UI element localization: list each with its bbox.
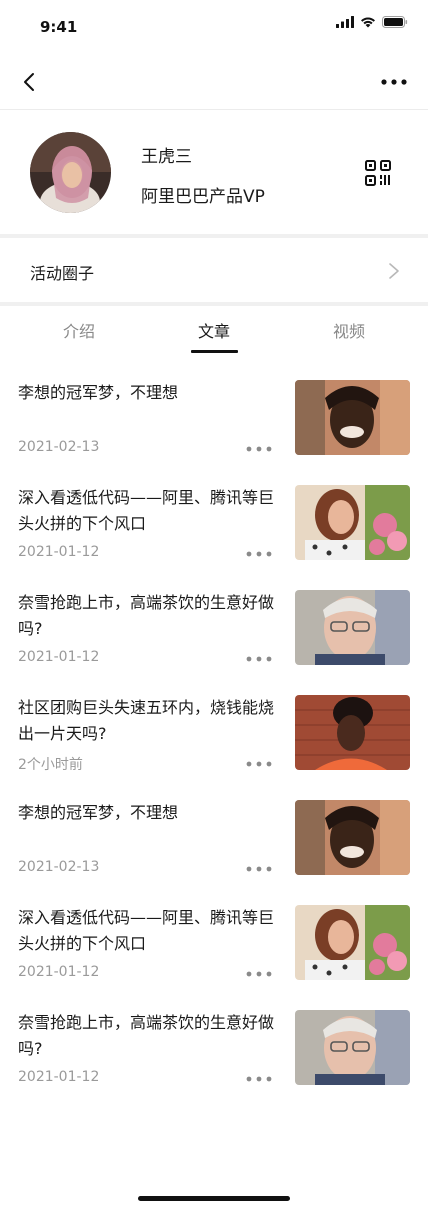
more-icon[interactable] [380, 72, 408, 92]
nav-bar [0, 54, 428, 110]
status-bar: 9:41 [0, 0, 428, 54]
article-thumbnail [295, 695, 410, 770]
avatar[interactable] [30, 132, 111, 213]
article-thumbnail [295, 380, 410, 455]
list-item[interactable]: 奈雪抢跑上市，高端茶饮的生意好做吗? 2021-01-12 [0, 590, 428, 666]
status-time: 9:41 [40, 18, 78, 36]
article-thumbnail [295, 800, 410, 875]
profile-name: 王虎三 [141, 147, 192, 167]
activity-circle-row[interactable]: 活动圈子 [0, 238, 428, 302]
article-title: 李想的冠军梦，不理想 [18, 383, 179, 402]
list-item[interactable]: 李想的冠军梦，不理想 2021-02-13 [0, 800, 428, 876]
qr-code-icon[interactable] [365, 160, 391, 186]
more-icon[interactable] [246, 1076, 272, 1082]
more-icon[interactable] [246, 866, 272, 872]
wifi-icon [361, 17, 375, 28]
more-icon[interactable] [246, 446, 272, 452]
article-title: 奈雪抢跑上市，高端茶饮的生意好做吗? [18, 593, 275, 638]
more-icon[interactable] [246, 656, 272, 662]
article-thumbnail [295, 590, 410, 665]
article-date: 2021-01-12 [18, 964, 100, 980]
article-date: 2021-02-13 [18, 439, 100, 455]
list-item[interactable]: 深入看透低代码——阿里、腾讯等巨头火拼的下个风口 2021-01-12 [0, 485, 428, 561]
profile-header: 王虎三 阿里巴巴产品VP [0, 110, 428, 234]
article-date: 2021-01-12 [18, 1069, 100, 1085]
tab-intro[interactable]: 介绍 [39, 318, 119, 342]
more-icon[interactable] [246, 761, 272, 767]
tab-videos[interactable]: 视频 [309, 318, 389, 342]
list-item[interactable]: 社区团购巨头失速五环内，烧钱能烧出一片天吗? 2个小时前 [0, 695, 428, 773]
back-icon[interactable] [18, 70, 42, 94]
status-icons [336, 16, 408, 28]
tab-articles[interactable]: 文章 [174, 318, 254, 342]
article-date: 2个小时前 [18, 757, 83, 773]
article-title: 社区团购巨头失速五环内，烧钱能烧出一片天吗? [18, 698, 275, 743]
list-item[interactable]: 深入看透低代码——阿里、腾讯等巨头火拼的下个风口 2021-01-12 [0, 905, 428, 981]
home-indicator[interactable] [138, 1196, 290, 1201]
active-tab-indicator [191, 350, 238, 353]
article-date: 2021-01-12 [18, 649, 100, 665]
more-icon[interactable] [246, 551, 272, 557]
tab-bar: 介绍 文章 视频 [0, 306, 428, 354]
article-title: 深入看透低代码——阿里、腾讯等巨头火拼的下个风口 [18, 908, 275, 953]
list-item[interactable]: 奈雪抢跑上市，高端茶饮的生意好做吗? 2021-01-12 [0, 1010, 428, 1086]
article-title: 李想的冠军梦，不理想 [18, 803, 179, 822]
profile-title: 阿里巴巴产品VP [141, 187, 265, 207]
more-icon[interactable] [246, 971, 272, 977]
chevron-right-icon [389, 263, 399, 279]
signal-icon [336, 16, 354, 28]
activity-circle-label: 活动圈子 [30, 264, 95, 283]
article-title: 奈雪抢跑上市，高端茶饮的生意好做吗? [18, 1013, 275, 1058]
article-date: 2021-01-12 [18, 544, 100, 560]
article-thumbnail [295, 485, 410, 560]
article-thumbnail [295, 1010, 410, 1085]
battery-icon [382, 16, 408, 28]
article-thumbnail [295, 905, 410, 980]
list-item[interactable]: 李想的冠军梦，不理想 2021-02-13 [0, 380, 428, 456]
article-date: 2021-02-13 [18, 859, 100, 875]
article-title: 深入看透低代码——阿里、腾讯等巨头火拼的下个风口 [18, 488, 275, 533]
